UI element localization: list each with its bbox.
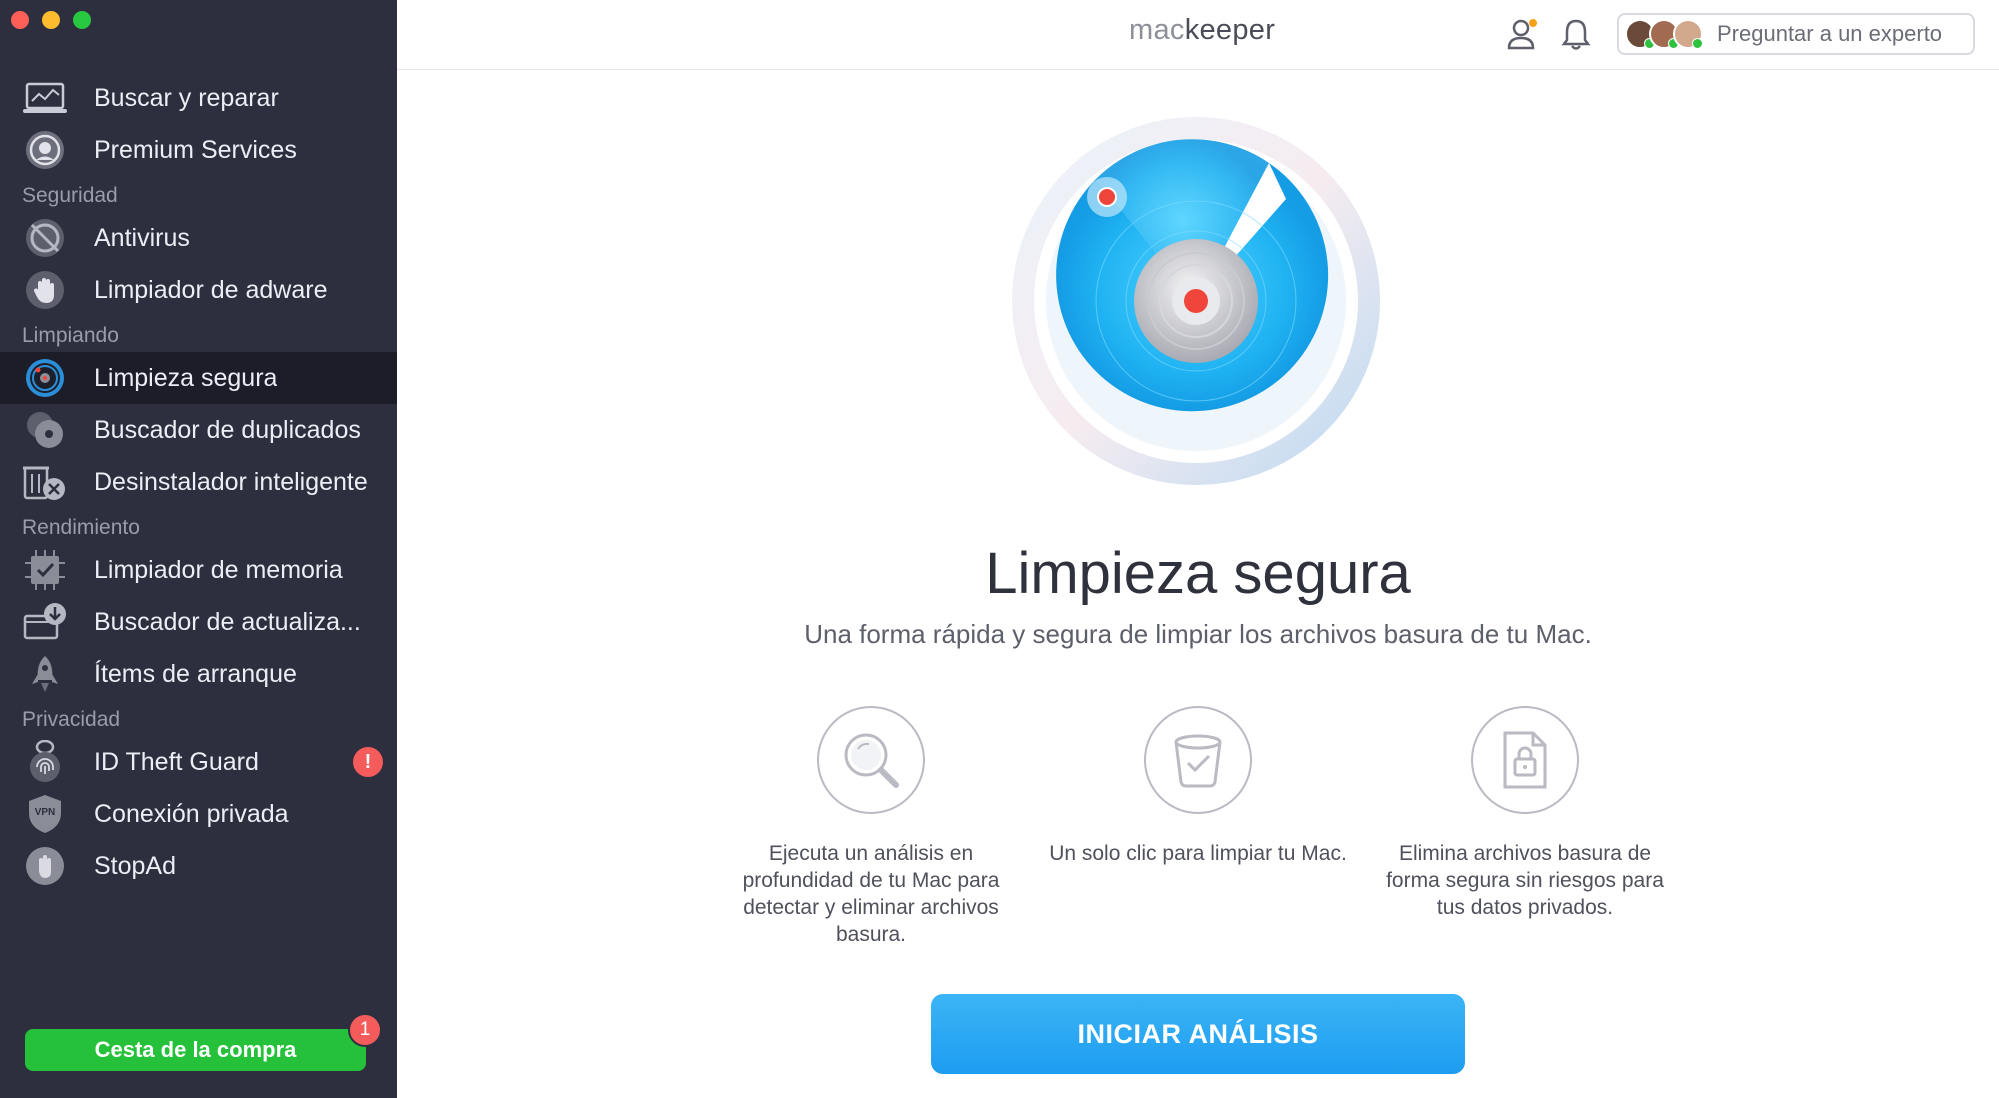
sidebar-item-label: Buscador de duplicados bbox=[94, 415, 361, 444]
sidebar-item-premium-services[interactable]: Premium Services bbox=[0, 124, 397, 176]
ask-expert-button[interactable]: Preguntar a un experto bbox=[1617, 13, 1975, 55]
avatar bbox=[1673, 19, 1703, 49]
sidebar-item-limpiador-de-adware[interactable]: Limpiador de adware bbox=[0, 264, 397, 316]
cart-count-badge: 1 bbox=[348, 1013, 382, 1047]
logo-prefix: mac bbox=[1129, 14, 1185, 46]
close-window-button[interactable] bbox=[11, 11, 29, 29]
sidebar-nav: Buscar y reparar Premium Services Seguri… bbox=[0, 72, 397, 892]
sidebar-item-label: StopAd bbox=[94, 851, 177, 880]
headset-icon bbox=[22, 127, 68, 173]
start-scan-button[interactable]: INICIAR ANÁLISIS bbox=[931, 994, 1465, 1074]
section-header: Limpiando bbox=[22, 324, 119, 347]
uninstall-icon bbox=[22, 459, 68, 505]
main-content: Limpieza segura Una forma rápida y segur… bbox=[397, 70, 1999, 1098]
top-bar: mackeeper Preguntar a un experto bbox=[397, 0, 1999, 70]
trash-check-icon bbox=[1144, 706, 1252, 814]
sidebar-item-label: Antivirus bbox=[94, 223, 190, 252]
memory-icon bbox=[22, 547, 68, 593]
duplicates-icon bbox=[22, 407, 68, 453]
app-logo: mackeeper bbox=[1129, 14, 1275, 47]
sidebar-item-label: Limpiador de adware bbox=[94, 275, 328, 304]
secure-file-icon bbox=[1471, 706, 1579, 814]
sidebar-item-buscador-de-actualizaciones[interactable]: Buscador de actualiza... bbox=[0, 596, 397, 648]
sidebar: Buscar y reparar Premium Services Seguri… bbox=[0, 0, 397, 1098]
feature-text: Elimina archivos basura de forma segura … bbox=[1386, 842, 1664, 919]
logo-suffix: keeper bbox=[1184, 14, 1276, 46]
window-controls bbox=[11, 11, 91, 29]
feature-text: Ejecuta un análisis en profundidad de tu… bbox=[742, 842, 1000, 946]
zoom-window-button[interactable] bbox=[73, 11, 91, 29]
laptop-icon bbox=[22, 75, 68, 121]
antivirus-icon bbox=[22, 215, 68, 261]
bell-icon[interactable] bbox=[1558, 16, 1594, 52]
vpn-icon: VPN bbox=[22, 791, 68, 837]
feature-text: Un solo clic para limpiar tu Mac. bbox=[1049, 842, 1347, 865]
minimize-window-button[interactable] bbox=[42, 11, 60, 29]
update-icon bbox=[22, 599, 68, 645]
fingerprint-icon bbox=[22, 739, 68, 785]
safe-cleanup-hero-illustration bbox=[1010, 115, 1382, 487]
account-icon[interactable] bbox=[1505, 16, 1541, 52]
sidebar-item-items-de-arranque[interactable]: Ítems de arranque bbox=[0, 648, 397, 700]
feature-deep-scan: Ejecuta un análisis en profundidad de tu… bbox=[721, 706, 1021, 948]
sidebar-item-buscador-de-duplicados[interactable]: Buscador de duplicados bbox=[0, 404, 397, 456]
section-header: Seguridad bbox=[22, 184, 118, 207]
sidebar-item-id-theft-guard[interactable]: ID Theft Guard ! bbox=[0, 736, 397, 788]
hand-icon bbox=[22, 267, 68, 313]
section-header: Rendimiento bbox=[22, 516, 140, 539]
sidebar-item-label: ID Theft Guard bbox=[94, 747, 259, 776]
alert-badge: ! bbox=[353, 747, 383, 777]
sidebar-item-buscar-y-reparar[interactable]: Buscar y reparar bbox=[0, 72, 397, 124]
page-title: Limpieza segura bbox=[985, 541, 1411, 606]
expert-avatars bbox=[1625, 19, 1703, 49]
sidebar-item-desinstalador-inteligente[interactable]: Desinstalador inteligente bbox=[0, 456, 397, 508]
sidebar-item-label: Premium Services bbox=[94, 135, 297, 164]
feature-secure-removal: Elimina archivos basura de forma segura … bbox=[1375, 706, 1675, 921]
ask-expert-label: Preguntar a un experto bbox=[1717, 21, 1943, 46]
sidebar-item-stopad[interactable]: StopAd bbox=[0, 840, 397, 892]
page-subtitle: Una forma rápida y segura de limpiar los… bbox=[804, 619, 1592, 649]
radar-icon bbox=[22, 355, 68, 401]
svg-text:VPN: VPN bbox=[35, 807, 56, 818]
sidebar-item-label: Conexión privada bbox=[94, 799, 289, 828]
sidebar-item-limpiador-de-memoria[interactable]: Limpiador de memoria bbox=[0, 544, 397, 596]
sidebar-item-label: Buscar y reparar bbox=[94, 83, 279, 112]
sidebar-item-label: Buscador de actualiza... bbox=[94, 607, 361, 636]
rocket-icon bbox=[22, 651, 68, 697]
sidebar-item-label: Limpieza segura bbox=[94, 363, 278, 392]
sidebar-item-conexion-privada[interactable]: VPN Conexión privada bbox=[0, 788, 397, 840]
sidebar-item-label: Desinstalador inteligente bbox=[94, 467, 368, 496]
magnifier-icon bbox=[817, 706, 925, 814]
sidebar-item-antivirus[interactable]: Antivirus bbox=[0, 212, 397, 264]
section-header: Privacidad bbox=[22, 708, 121, 731]
sidebar-item-label: Ítems de arranque bbox=[94, 659, 297, 688]
feature-one-click: Un solo clic para limpiar tu Mac. bbox=[1048, 706, 1348, 867]
sidebar-item-limpieza-segura[interactable]: Limpieza segura bbox=[0, 352, 397, 404]
shopping-cart-button[interactable]: Cesta de la compra bbox=[25, 1029, 366, 1071]
sidebar-item-label: Limpiador de memoria bbox=[94, 555, 343, 584]
stopad-icon bbox=[22, 843, 68, 889]
